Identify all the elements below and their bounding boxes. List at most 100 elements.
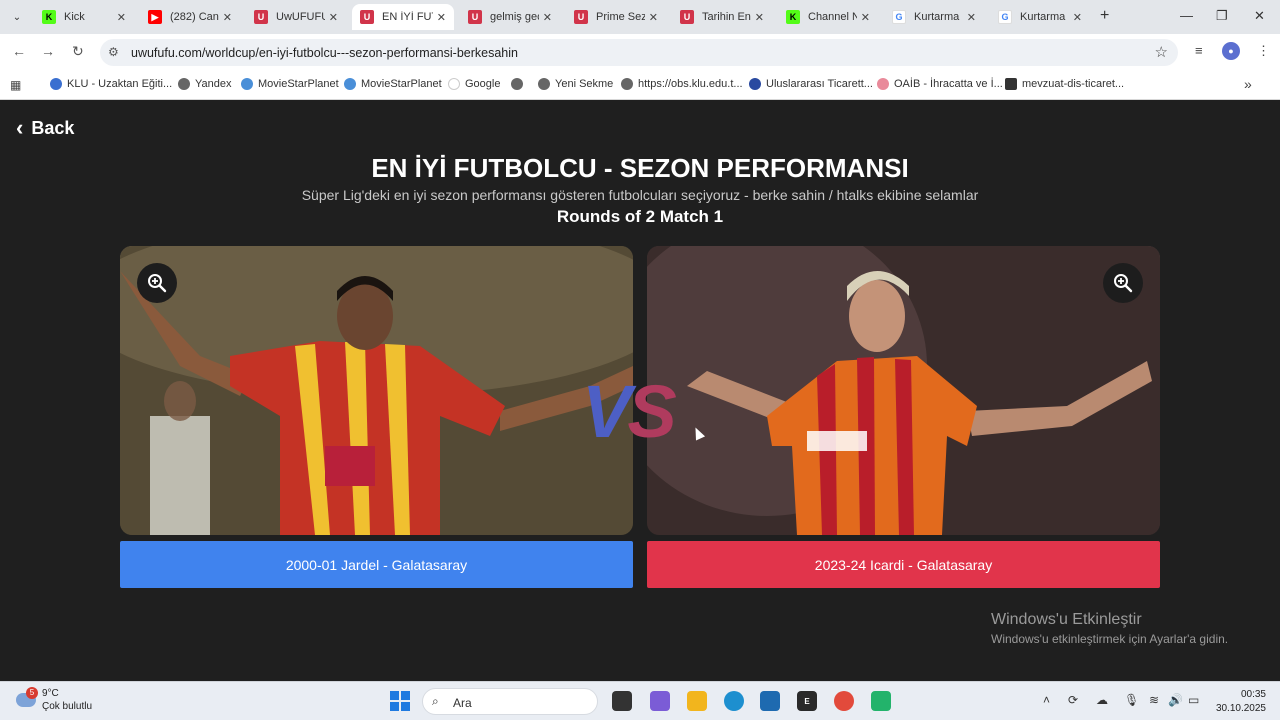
tab-uwufufu[interactable]: U UwUFUFU ✕ (246, 4, 346, 30)
bookmark-item[interactable]: https://obs.klu.edu.t... (621, 78, 743, 90)
bookmark-star-icon[interactable]: ☆ (1155, 43, 1168, 61)
tab-channel[interactable]: K Channel N ✕ (778, 4, 878, 30)
reload-icon[interactable]: ↻ (72, 43, 84, 60)
new-tab-button[interactable]: + (1100, 7, 1109, 25)
system-clock[interactable]: 00:35 30.10.2025 (1214, 688, 1266, 716)
bookmark-item[interactable]: KLU - Uzaktan Eğiti... (50, 78, 172, 90)
close-icon[interactable]: ✕ (543, 11, 552, 24)
youtube-icon: ▶ (148, 10, 162, 24)
forward-arrow-icon[interactable]: → (41, 43, 55, 59)
jardel-photo (120, 246, 633, 535)
round-indicator: Rounds of 2 Match 1 (556, 207, 724, 226)
left-choice-button[interactable]: 2000-01 Jardel - Galatasaray (120, 541, 633, 588)
restore-icon[interactable]: ❐ (1216, 8, 1228, 24)
tab-title: UwUFUFU (276, 11, 325, 23)
google-icon (448, 78, 460, 90)
tab-title: (282) Can (170, 11, 219, 23)
bookmark-item[interactable]: Yeni Sekme (538, 78, 613, 90)
close-icon[interactable]: ✕ (329, 11, 338, 24)
zoom-in-icon (148, 274, 167, 293)
tab-title: Kurtarma (1020, 11, 1066, 23)
google-icon: G (998, 10, 1012, 24)
address-bar[interactable]: ⚙ uwufufu.com/worldcup/en-iyi-futbolcu--… (100, 39, 1178, 66)
globe-icon (178, 78, 190, 90)
minimize-icon[interactable]: — (1180, 8, 1193, 23)
tab-title: EN İYİ FUT (382, 11, 433, 23)
window-close-icon[interactable]: ✕ (1254, 8, 1265, 24)
taskbar-search-input[interactable]: ⌕ Ara (422, 688, 598, 715)
tab-kick[interactable]: K Kick ✕ (34, 4, 134, 30)
bookmark-item[interactable]: mevzuat-dis-ticaret... (1005, 78, 1124, 90)
profile-avatar[interactable]: ● (1222, 42, 1240, 60)
close-icon[interactable]: ✕ (117, 11, 126, 24)
activation-title: Windows'u Etkinleştir (991, 611, 1142, 628)
bookmark-item[interactable]: OAİB - İhracatta ve İ... (877, 78, 1003, 90)
sync-icon[interactable]: ⟳ (1068, 693, 1078, 707)
bookmark-item[interactable]: Google (448, 78, 500, 90)
google-icon: G (892, 10, 906, 24)
tab-prime-sezon[interactable]: U Prime Sez ✕ (566, 4, 666, 30)
bookmark-item[interactable]: MovieStarPlanet (344, 78, 442, 90)
tab-kurtarma-2[interactable]: G Kurtarma ✕ (990, 4, 1090, 30)
page-subtitle: Süper Lig'deki en iyi sezon performansı … (301, 187, 979, 203)
bookmark-item[interactable] (511, 78, 528, 90)
weather-widget[interactable]: 5 9°C Çok bulutlu (16, 687, 92, 713)
left-candidate-image[interactable] (120, 246, 633, 535)
microphone-icon[interactable]: 🎙 (1124, 693, 1139, 707)
close-icon[interactable]: ✕ (967, 11, 976, 24)
close-icon[interactable]: ✕ (1073, 11, 1082, 24)
task-view-icon[interactable] (612, 691, 632, 711)
chevron-up-icon[interactable]: ˄ (1043, 693, 1050, 707)
moviestarplanet-icon (344, 78, 356, 90)
windows-start-icon[interactable] (390, 691, 410, 711)
wifi-icon[interactable]: ≋ (1149, 693, 1159, 707)
page-title: EN İYİ FUTBOLCU - SEZON PERFORMANSI (371, 153, 909, 183)
close-icon[interactable]: ✕ (755, 11, 764, 24)
media-control-icon[interactable]: ≡ (1195, 43, 1203, 58)
copilot-icon[interactable] (650, 691, 670, 711)
notification-badge: 5 (26, 687, 38, 699)
tab-gelmis-gecmis[interactable]: U gelmiş geç ✕ (460, 4, 560, 30)
volume-icon[interactable]: 🔊 (1168, 693, 1183, 707)
store-icon[interactable] (760, 691, 780, 711)
epic-games-icon[interactable]: E (797, 691, 817, 711)
back-arrow-icon[interactable]: ← (12, 43, 26, 59)
site-info-icon[interactable]: ⚙ (108, 45, 119, 59)
moviestarplanet-icon (241, 78, 253, 90)
battery-icon[interactable]: ▭ (1188, 693, 1199, 707)
menu-kebab-icon[interactable]: ⋮ (1257, 43, 1270, 59)
bookmark-item[interactable]: MovieStarPlanet (241, 78, 339, 90)
bookmark-item[interactable]: Uluslararası Ticarett... (749, 78, 873, 90)
close-icon[interactable]: ✕ (649, 11, 658, 24)
zoom-in-button[interactable] (137, 263, 177, 303)
tab-en-iyi-futbolcu[interactable]: U EN İYİ FUT ✕ (352, 4, 454, 30)
right-choice-button[interactable]: 2023-24 Icardi - Galatasaray (647, 541, 1160, 588)
chrome-icon[interactable] (834, 691, 854, 711)
windows-taskbar: 5 9°C Çok bulutlu ⌕ Ara E ˄ ⟳ ☁ 🎙 ≋ 🔊 ▭ … (0, 681, 1280, 720)
activation-subtitle: Windows'u etkinleştirmek için Ayarlar'a … (991, 632, 1229, 646)
globe-icon (538, 78, 550, 90)
search-icon: ⌕ (432, 694, 439, 708)
chevron-double-right-icon[interactable]: » (1244, 76, 1252, 92)
uwufufu-icon: U (468, 10, 482, 24)
tab-tarihin-en[interactable]: U Tarihin En ✕ (672, 4, 772, 30)
tab-title: Channel N (808, 11, 857, 23)
url-text: uwufufu.com/worldcup/en-iyi-futbolcu---s… (131, 46, 518, 60)
close-icon[interactable]: ✕ (861, 11, 870, 24)
tab-youtube[interactable]: ▶ (282) Can ✕ (140, 4, 240, 30)
close-icon[interactable]: ✕ (223, 11, 232, 24)
search-placeholder: Ara (453, 696, 472, 710)
close-icon[interactable]: ✕ (437, 11, 446, 24)
apps-grid-icon[interactable]: ▦ (10, 78, 21, 92)
tab-kurtarma-1[interactable]: G Kurtarma ✕ (884, 4, 984, 30)
right-candidate-image[interactable] (647, 246, 1160, 535)
tab-search-button[interactable]: ⌄ (6, 6, 28, 28)
file-explorer-icon[interactable] (687, 691, 707, 711)
app-icon[interactable] (871, 691, 891, 711)
icardi-photo (647, 246, 1160, 535)
back-button[interactable]: ‹ Back (16, 115, 74, 141)
edge-icon[interactable] (724, 691, 744, 711)
bookmark-item[interactable]: Yandex (178, 78, 232, 90)
cloud-sync-icon[interactable]: ☁ (1096, 693, 1108, 707)
zoom-in-button[interactable] (1103, 263, 1143, 303)
